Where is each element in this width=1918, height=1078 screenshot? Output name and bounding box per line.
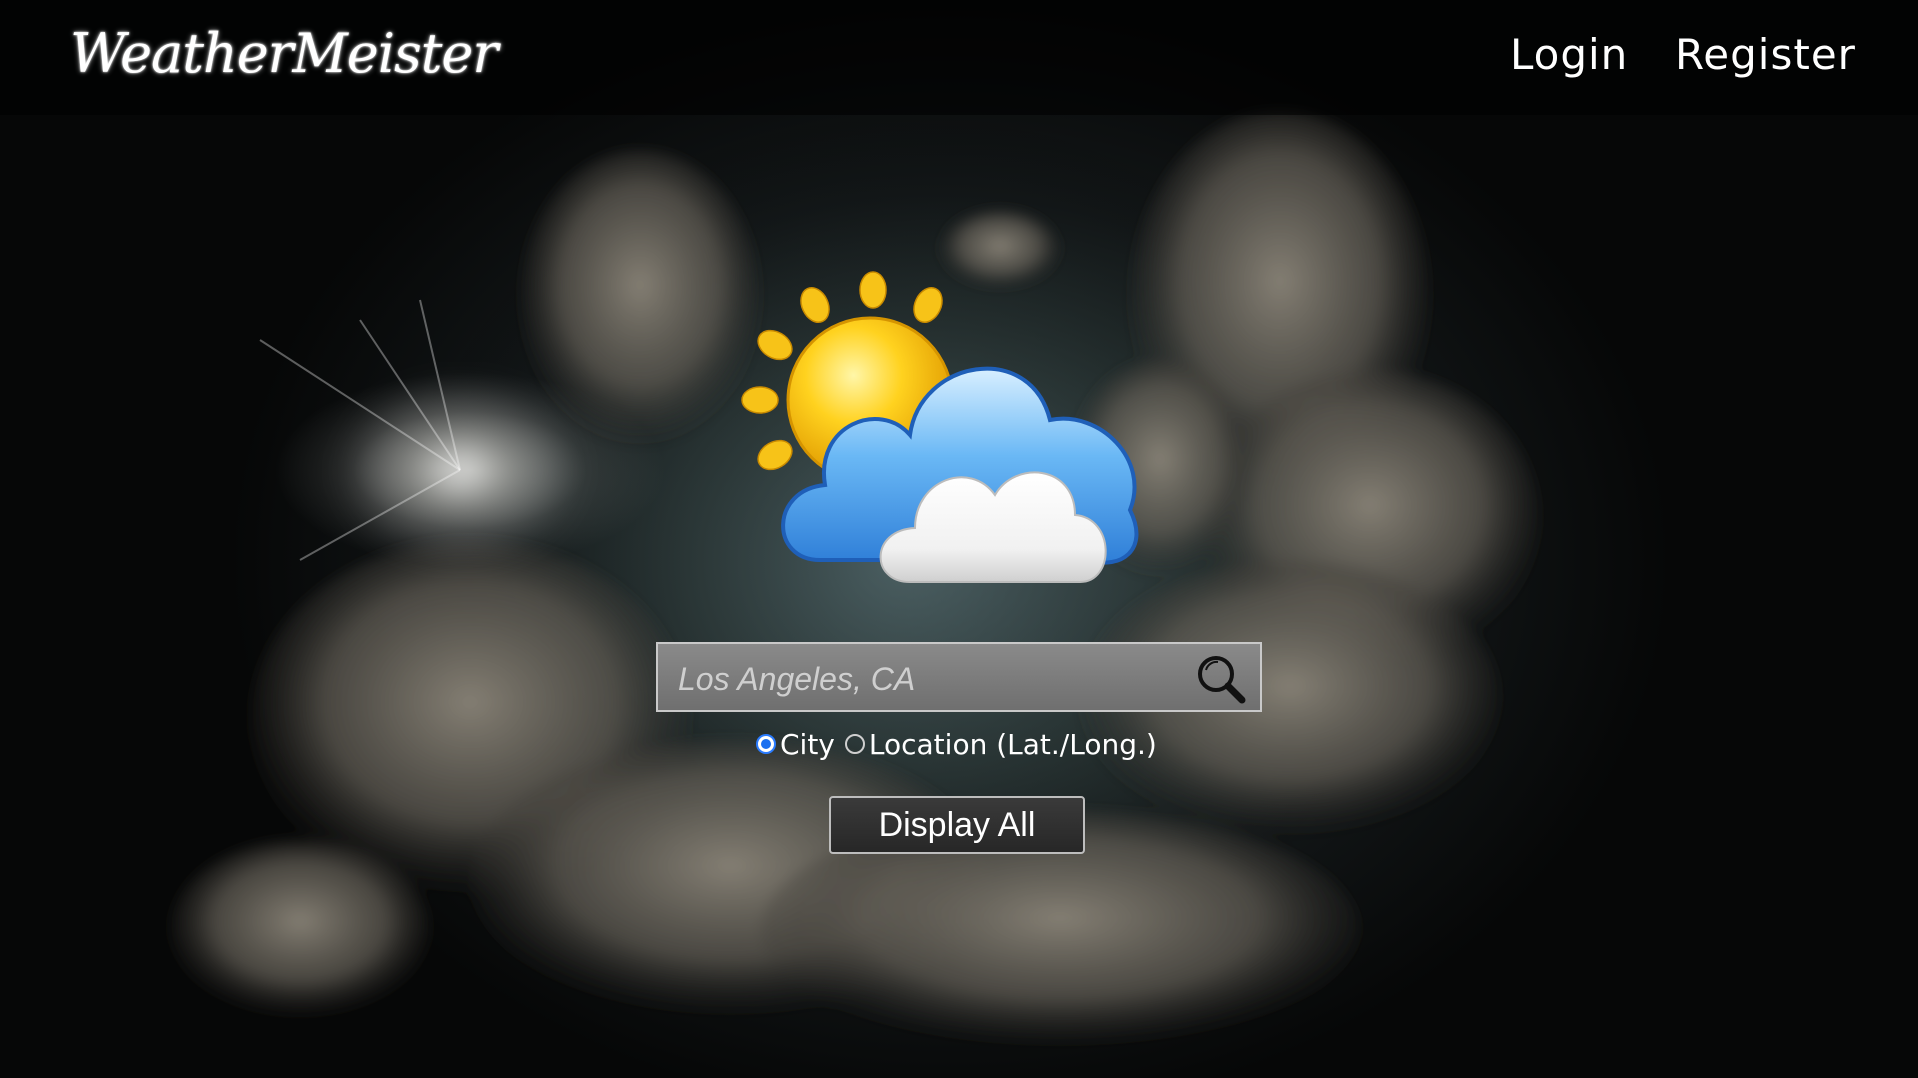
brand-logo[interactable]: WeatherMeister [70,22,498,85]
radio-location-label[interactable]: Location (Lat./Long.) [869,728,1157,761]
search-icon[interactable] [1194,652,1248,706]
search-mode-group: City Location (Lat./Long.) [756,724,1167,764]
register-link[interactable]: Register [1675,30,1856,79]
partly-cloudy-icon [741,271,1139,583]
radio-city[interactable] [756,734,776,754]
search-input[interactable] [676,654,1180,704]
radio-city-label[interactable]: City [780,728,835,761]
search-box [656,642,1262,712]
top-header: WeatherMeister Login Register [0,0,1918,115]
login-link[interactable]: Login [1510,30,1628,79]
radio-location[interactable] [844,734,865,754]
display-all-button[interactable]: Display All [829,796,1085,854]
